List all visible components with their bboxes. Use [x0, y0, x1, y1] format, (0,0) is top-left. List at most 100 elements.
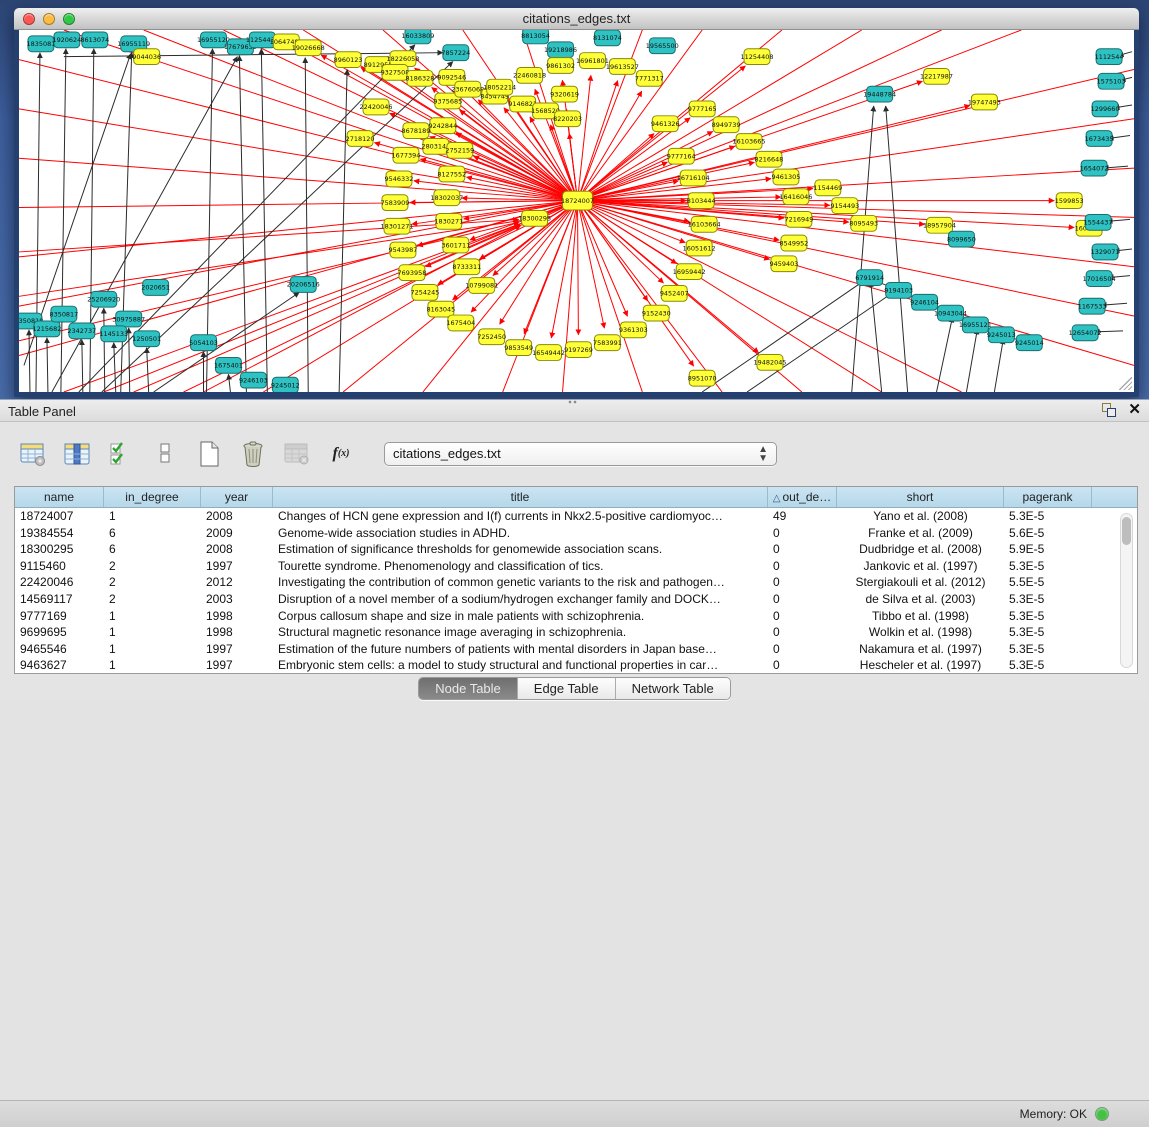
table-cell[interactable]: 6 — [104, 541, 201, 558]
table-cell[interactable]: 1997 — [201, 558, 273, 575]
graph-node[interactable]: 1250501 — [132, 331, 161, 347]
column-header-pagerank[interactable]: pagerank — [1004, 487, 1092, 507]
table-cell[interactable]: 5.3E-5 — [1004, 657, 1092, 674]
graph-node[interactable]: 9197269 — [564, 342, 593, 358]
column-header-year[interactable]: year — [201, 487, 273, 507]
table-cell[interactable]: Wolkin et al. (1998) — [837, 624, 1004, 641]
show-columns-icon[interactable] — [62, 439, 92, 469]
graph-node[interactable]: 18052214 — [483, 79, 516, 95]
table-cell[interactable]: Tourette syndrome. Phenomenology and cla… — [273, 558, 768, 575]
graph-node[interactable]: 1145133 — [99, 326, 128, 342]
column-header-out_de[interactable]: △out_de… — [768, 487, 837, 507]
table-cell[interactable]: 19384554 — [15, 525, 104, 542]
table-cell[interactable]: 1 — [104, 608, 201, 625]
graph-node[interactable]: 9543987 — [389, 242, 418, 258]
graph-node[interactable]: 16103665 — [733, 134, 766, 150]
graph-node[interactable]: 6791914 — [855, 270, 884, 286]
node-table-header[interactable]: namein_degreeyeartitle△out_de…shortpager… — [15, 487, 1137, 508]
graph-node[interactable]: 1112544 — [1095, 49, 1124, 65]
graph-node[interactable]: 9361303 — [619, 322, 648, 338]
table-cell[interactable]: 2008 — [201, 508, 273, 525]
float-panel-icon[interactable] — [1102, 403, 1116, 417]
table-cell[interactable]: 5.3E-5 — [1004, 558, 1092, 575]
graph-node[interactable]: 22460818 — [513, 67, 546, 83]
graph-node[interactable]: 7254245 — [410, 284, 439, 300]
graph-node[interactable]: 19613527 — [606, 59, 639, 75]
table-row[interactable]: 911546021997Tourette syndrome. Phenomeno… — [15, 558, 1137, 575]
graph-node[interactable]: 9546332 — [385, 171, 414, 187]
graph-node[interactable]: 10799081 — [465, 278, 498, 294]
graph-node[interactable]: 5054103 — [189, 335, 218, 351]
table-cell[interactable]: 5.3E-5 — [1004, 608, 1092, 625]
graph-node[interactable]: 2718120 — [346, 131, 375, 147]
graph-node[interactable]: 9152430 — [642, 305, 671, 321]
table-cell[interactable]: 18300295 — [15, 541, 104, 558]
graph-node[interactable]: 8095493 — [849, 215, 878, 231]
graph-node[interactable]: 9320619 — [550, 86, 579, 102]
table-cell[interactable]: de Silva et al. (2003) — [837, 591, 1004, 608]
graph-node[interactable]: 8813054 — [521, 30, 550, 44]
graph-node[interactable]: 9194103 — [884, 283, 913, 299]
window-resize-grip[interactable] — [1119, 377, 1132, 390]
graph-node[interactable]: 8220203 — [553, 111, 582, 127]
table-cell[interactable]: 0 — [768, 525, 837, 542]
table-cell[interactable]: Hescheler et al. (1997) — [837, 657, 1004, 674]
graph-node[interactable]: 16416046 — [779, 189, 812, 205]
graph-node[interactable]: 8099650 — [947, 231, 976, 247]
graph-node[interactable]: 12217987 — [920, 68, 953, 84]
table-cell[interactable]: 1 — [104, 641, 201, 658]
table-cell[interactable]: Dudbridge et al. (2008) — [837, 541, 1004, 558]
table-row[interactable]: 1830029562008Estimation of significance … — [15, 541, 1137, 558]
graph-node[interactable]: 9246103 — [239, 372, 268, 388]
graph-node[interactable]: 9853549 — [504, 340, 533, 356]
graph-node[interactable]: 8350817 — [49, 306, 78, 322]
table-cell[interactable]: 0 — [768, 541, 837, 558]
table-scrollbar[interactable] — [1120, 513, 1133, 668]
citation-network-graph[interactable]: 1835081192062486130741695511916955120176… — [19, 30, 1134, 392]
graph-node[interactable]: 8951070 — [688, 370, 717, 386]
graph-node[interactable]: 1920624 — [52, 32, 81, 48]
table-cell[interactable]: 0 — [768, 657, 837, 674]
graph-node[interactable]: 1299660 — [1091, 101, 1120, 117]
table-cell[interactable]: 1 — [104, 624, 201, 641]
table-cell[interactable]: 14569117 — [15, 591, 104, 608]
graph-node[interactable]: 19448784 — [863, 86, 896, 102]
graph-node[interactable]: 9777164 — [667, 148, 696, 164]
node-table[interactable]: namein_degreeyeartitle△out_de…shortpager… — [14, 486, 1138, 674]
graph-node[interactable]: 8678189 — [402, 123, 431, 139]
table-cell[interactable]: 2009 — [201, 525, 273, 542]
table-cell[interactable]: Tibbo et al. (1998) — [837, 608, 1004, 625]
graph-node[interactable]: 10943044 — [934, 305, 967, 321]
graph-node[interactable]: 16033809 — [401, 30, 434, 44]
tab-node-table[interactable]: Node Table — [419, 678, 518, 699]
graph-node[interactable]: 9777165 — [688, 101, 717, 117]
table-row[interactable]: 977716911998Corpus callosum shape and si… — [15, 608, 1137, 625]
table-row[interactable]: 1456911722003Disruption of a novel membe… — [15, 591, 1137, 608]
table-scrollbar-thumb[interactable] — [1122, 517, 1131, 545]
table-row[interactable]: 1872400712008Changes of HCN gene express… — [15, 508, 1137, 525]
table-cell[interactable]: 5.3E-5 — [1004, 624, 1092, 641]
graph-node[interactable]: 7216949 — [784, 211, 813, 227]
column-header-short[interactable]: short — [837, 487, 1004, 507]
window-titlebar[interactable]: citations_edges.txt — [14, 8, 1139, 30]
graph-node[interactable]: 1673435 — [1085, 131, 1114, 147]
node-table-body[interactable]: 1872400712008Changes of HCN gene express… — [15, 508, 1137, 674]
graph-node[interactable]: 16716104 — [677, 170, 710, 186]
network-view-window[interactable]: citations_edges.txt 18350811920624861307… — [14, 8, 1139, 397]
table-cell[interactable]: 9465546 — [15, 641, 104, 658]
table-cell[interactable]: 5.5E-5 — [1004, 574, 1092, 591]
table-cell[interactable]: 9115460 — [15, 558, 104, 575]
table-cell[interactable]: 22420046 — [15, 574, 104, 591]
graph-node[interactable]: 12654072 — [1069, 325, 1102, 341]
new-file-icon[interactable] — [194, 439, 224, 469]
graph-node[interactable]: 9245013 — [987, 327, 1016, 343]
table-cell[interactable]: 1997 — [201, 641, 273, 658]
table-cell[interactable]: 2 — [104, 574, 201, 591]
graph-node[interactable]: 8733311 — [452, 259, 481, 275]
table-cell[interactable]: 0 — [768, 608, 837, 625]
table-cell[interactable]: 2 — [104, 591, 201, 608]
table-cell[interactable]: 0 — [768, 558, 837, 575]
table-cell[interactable]: 2003 — [201, 591, 273, 608]
graph-node[interactable]: 9459403 — [770, 256, 799, 272]
graph-node[interactable]: 8216648 — [755, 151, 784, 167]
